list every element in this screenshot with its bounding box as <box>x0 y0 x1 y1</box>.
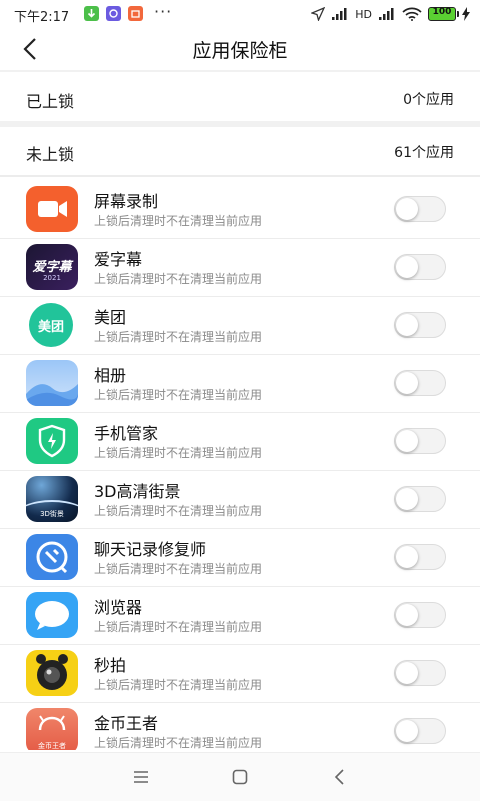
lock-toggle[interactable] <box>394 544 446 570</box>
aizimu-logo-text: 爱字幕 <box>32 260 72 275</box>
app-desc: 上锁后清理时不在清理当前应用 <box>94 562 263 576</box>
lock-toggle[interactable] <box>394 602 446 628</box>
lock-toggle[interactable] <box>394 718 446 744</box>
locked-count: 0个应用 <box>403 92 454 108</box>
network-label: HD <box>355 7 372 21</box>
chat-repair-icon <box>26 534 78 580</box>
status-bar: 下午2:17 ··· HD 100 <box>0 0 480 28</box>
app-name: 相册 <box>94 366 127 385</box>
app-header: 应用保险柜 <box>0 28 480 70</box>
list-item[interactable]: 秒拍 上锁后清理时不在清理当前应用 <box>0 644 480 703</box>
app-desc: 上锁后清理时不在清理当前应用 <box>94 736 263 750</box>
divider <box>0 121 480 127</box>
aizimu-logo-year: 2021 <box>43 274 61 282</box>
unlocked-count: 61个应用 <box>394 145 454 161</box>
list-item[interactable]: 3D街景 3D高清街景 上锁后清理时不在清理当前应用 <box>0 470 480 529</box>
menu-icon <box>134 771 148 783</box>
lock-toggle[interactable] <box>394 254 446 280</box>
app-desc: 上锁后清理时不在清理当前应用 <box>94 620 263 634</box>
lock-toggle[interactable] <box>394 370 446 396</box>
aizimu-icon: 爱字幕 2021 <box>26 244 78 290</box>
list-item[interactable]: 金币王者 金币王者 上锁后清理时不在清理当前应用 <box>0 702 480 750</box>
gold-king-logo-text: 金币王者 <box>38 742 66 750</box>
locked-label: 已上锁 <box>26 92 75 111</box>
status-right-cluster: HD 100 <box>311 5 470 23</box>
page-title: 应用保险柜 <box>192 40 288 62</box>
unlocked-label: 未上锁 <box>26 145 75 164</box>
app-name: 手机管家 <box>94 424 159 443</box>
app-name: 爱字幕 <box>94 250 143 269</box>
lock-toggle[interactable] <box>394 312 446 338</box>
app-name: 聊天记录修复师 <box>94 540 207 559</box>
home-icon <box>232 769 248 785</box>
app-list: 屏幕录制 上锁后清理时不在清理当前应用 爱字幕 2021 爱字幕 上锁后清理时不… <box>0 180 480 750</box>
store-notification-icon <box>128 6 143 21</box>
app-name: 美团 <box>94 308 127 327</box>
home-button[interactable] <box>230 767 250 787</box>
list-item[interactable]: 爱字幕 2021 爱字幕 上锁后清理时不在清理当前应用 <box>0 238 480 297</box>
signal-icon <box>332 8 347 20</box>
app-desc: 上锁后清理时不在清理当前应用 <box>94 446 263 460</box>
lock-toggle[interactable] <box>394 428 446 454</box>
app-desc: 上锁后清理时不在清理当前应用 <box>94 678 263 692</box>
meituan-icon: 美团 <box>26 302 78 348</box>
app-notification-icon <box>106 6 121 21</box>
more-notifications-indicator: ··· <box>154 2 173 21</box>
list-item[interactable]: 手机管家 上锁后清理时不在清理当前应用 <box>0 412 480 471</box>
app-name: 金币王者 <box>94 714 159 733</box>
screen-record-icon <box>26 186 78 232</box>
gallery-icon <box>26 360 78 406</box>
app-desc: 上锁后清理时不在清理当前应用 <box>94 388 263 402</box>
app-desc: 上锁后清理时不在清理当前应用 <box>94 504 263 518</box>
miaopai-icon <box>26 650 78 696</box>
app-name: 屏幕录制 <box>94 192 159 211</box>
browser-icon <box>26 592 78 638</box>
system-nav-bar <box>0 752 480 801</box>
battery-icon: 100 <box>428 7 459 21</box>
lock-toggle[interactable] <box>394 486 446 512</box>
location-icon <box>311 7 326 21</box>
download-notification-icon <box>84 6 99 21</box>
list-item[interactable]: 美团 美团 上锁后清理时不在清理当前应用 <box>0 296 480 355</box>
app-name: 秒拍 <box>94 656 127 675</box>
charging-icon <box>462 7 470 21</box>
gold-king-icon: 金币王者 <box>26 708 78 750</box>
list-item[interactable]: 聊天记录修复师 上锁后清理时不在清理当前应用 <box>0 528 480 587</box>
list-item[interactable]: 屏幕录制 上锁后清理时不在清理当前应用 <box>0 180 480 239</box>
battery-level: 100 <box>432 7 452 17</box>
lock-toggle[interactable] <box>394 196 446 222</box>
lock-toggle[interactable] <box>394 660 446 686</box>
app-desc: 上锁后清理时不在清理当前应用 <box>94 330 263 344</box>
app-desc: 上锁后清理时不在清理当前应用 <box>94 272 263 286</box>
street-view-logo-text: 3D街景 <box>40 510 64 518</box>
nav-back-button[interactable] <box>330 767 350 787</box>
list-item[interactable]: 浏览器 上锁后清理时不在清理当前应用 <box>0 586 480 645</box>
locked-section[interactable]: 已上锁 0个应用 <box>0 75 480 121</box>
status-time: 下午2:17 <box>14 10 70 25</box>
phone-manager-icon <box>26 418 78 464</box>
app-name: 浏览器 <box>94 598 143 617</box>
list-item[interactable]: 相册 上锁后清理时不在清理当前应用 <box>0 354 480 413</box>
divider <box>0 70 480 72</box>
meituan-logo-text: 美团 <box>37 320 64 335</box>
signal-icon-2 <box>379 8 394 20</box>
wifi-icon <box>402 7 422 21</box>
app-desc: 上锁后清理时不在清理当前应用 <box>94 214 263 228</box>
app-name: 3D高清街景 <box>94 482 181 501</box>
street-view-icon: 3D街景 <box>26 476 78 522</box>
unlocked-section[interactable]: 未上锁 61个应用 <box>0 128 480 174</box>
divider <box>0 175 480 177</box>
menu-button[interactable] <box>131 767 151 787</box>
back-chevron-icon <box>334 769 344 785</box>
